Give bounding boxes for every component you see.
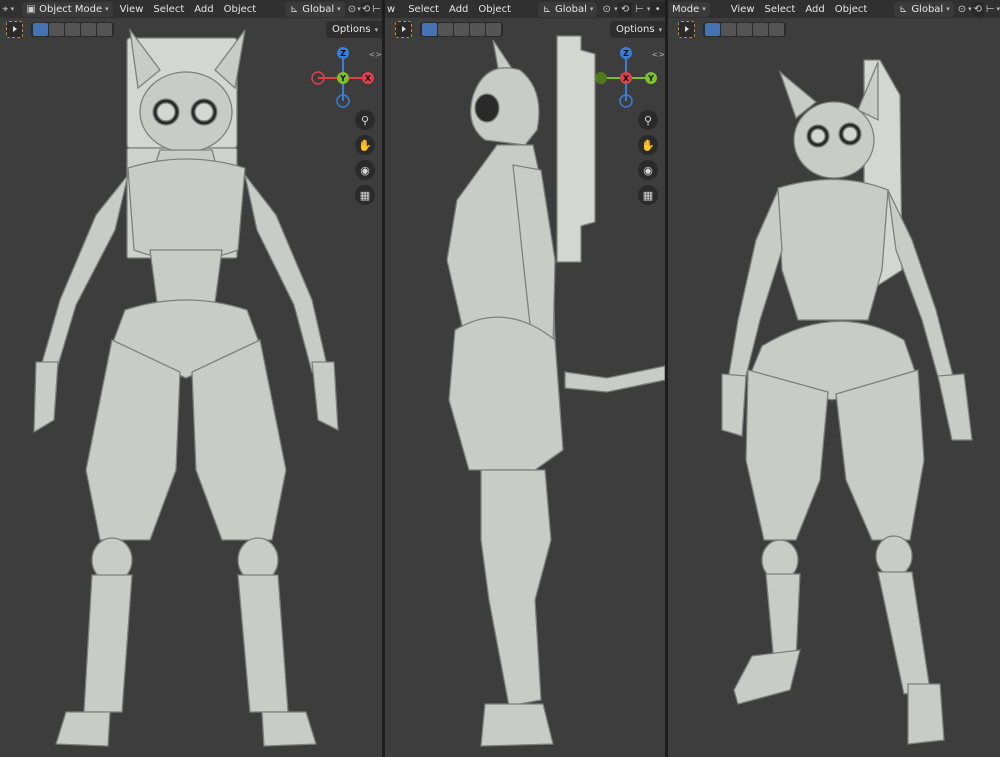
- model-perspective-view: [668, 0, 1000, 757]
- viewport-side[interactable]: w Select Add Object ⊾ Global ▾ ⊙▾ ⟲ ⊢▾ •…: [385, 0, 665, 757]
- model-side-view: [385, 0, 665, 757]
- model-front-view: [0, 0, 382, 757]
- viewport-perspective[interactable]: Mode ▾ View Select Add Object ⊾ Global ▾…: [668, 0, 1000, 757]
- viewport-front[interactable]: ⌖▾ ▣ Object Mode ▾ View Select Add Objec…: [0, 0, 382, 757]
